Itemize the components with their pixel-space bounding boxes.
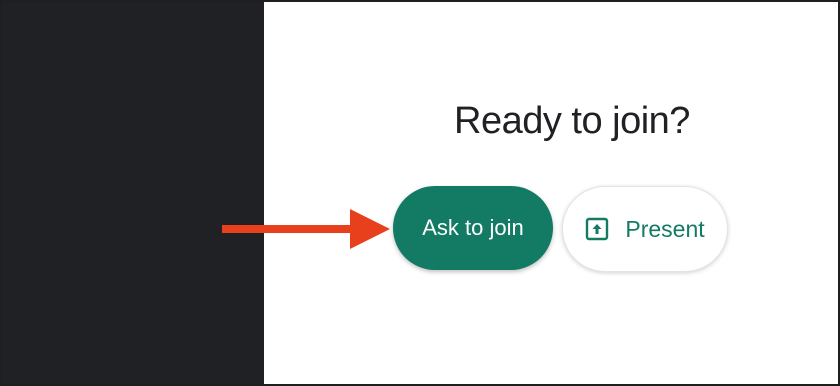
present-button[interactable]: Present <box>562 186 728 272</box>
screenshot-frame: Ready to join? Ask to join Present <box>0 0 840 386</box>
join-panel: Ready to join? Ask to join Present <box>264 2 838 384</box>
ask-to-join-label: Ask to join <box>422 215 524 240</box>
ready-to-join-title: Ready to join? <box>454 100 690 142</box>
ask-to-join-button[interactable]: Ask to join <box>393 186 553 270</box>
present-screen-icon <box>585 217 609 241</box>
present-label: Present <box>625 215 705 242</box>
arrow-right-icon <box>222 209 390 249</box>
video-preview <box>2 2 264 384</box>
